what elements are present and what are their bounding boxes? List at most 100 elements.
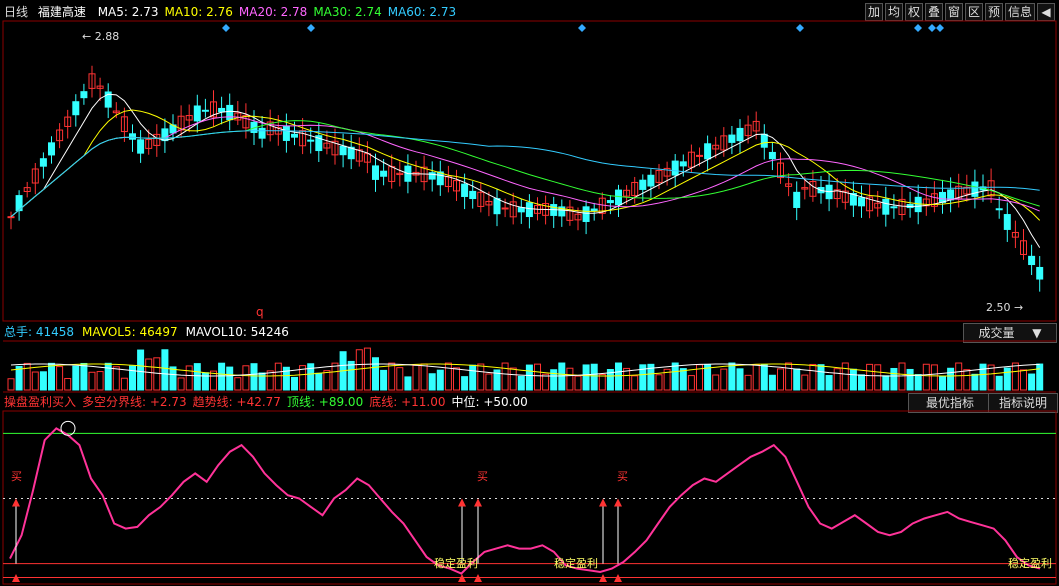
candle-body [380, 170, 388, 177]
volume-bar [412, 364, 420, 391]
buy-arrow-icon [458, 574, 466, 582]
candle-body [218, 107, 226, 113]
volume-bar [955, 362, 963, 391]
buy-label-1: 买 [477, 470, 488, 483]
volume-bar [979, 363, 987, 391]
volume-group [7, 347, 1044, 391]
stock-chart[interactable]: ← 2.88 2.50 → q 买 买 买稳定盈利 稳定盈利 稳定盈利 [0, 0, 1059, 586]
volume-bar [218, 362, 226, 391]
candle-body [428, 172, 436, 180]
candle-body [226, 104, 234, 121]
volume-bar [461, 376, 469, 391]
candle-body [7, 216, 15, 219]
volume-bar [509, 367, 517, 391]
volume-bar [80, 362, 88, 391]
candle-body [1003, 214, 1011, 230]
buy-arrow-icon [614, 498, 622, 507]
volume-bar [250, 363, 258, 391]
candle-body [48, 142, 55, 156]
volume-bar [898, 362, 906, 391]
volume-bar [930, 364, 938, 391]
volume-bar [31, 371, 39, 391]
volume-bar [396, 367, 404, 391]
volume-bar [534, 363, 541, 391]
volume-bar [914, 374, 922, 391]
volume-bar [112, 366, 120, 391]
volume-bar [728, 362, 736, 391]
volume-bar [525, 364, 533, 391]
volume-bar [72, 365, 80, 391]
volume-bar [720, 368, 728, 391]
volume-bar [712, 374, 720, 391]
volume-bar [866, 363, 874, 391]
volume-bar [736, 368, 744, 391]
volume-bar [39, 371, 47, 391]
volume-bar [501, 362, 509, 391]
volume-bar [655, 374, 663, 391]
event-diamond-icon [222, 24, 230, 32]
volume-bar [185, 365, 193, 391]
volume-bar [169, 366, 177, 391]
volume-bar [631, 375, 639, 391]
volume-bar [129, 365, 136, 391]
volume-bar [558, 362, 566, 391]
volume-bar [120, 377, 128, 391]
candle-body [590, 208, 598, 212]
candle-body [72, 101, 80, 116]
volume-bar [687, 375, 695, 391]
volume-bar [242, 365, 250, 391]
low-price-label: 2.50 → [986, 301, 1023, 314]
candle-body [995, 208, 1003, 211]
volume-bar [858, 374, 865, 391]
volume-bar [582, 364, 590, 391]
candle-body [291, 133, 298, 138]
volume-bar [145, 358, 153, 391]
volume-bar [153, 357, 161, 391]
profit-label-1: 稳定盈利 [554, 556, 598, 570]
volume-bar [48, 362, 55, 391]
volume-bar [453, 367, 460, 391]
volume-bar [1028, 373, 1036, 391]
volume-bar [485, 373, 493, 391]
volume-bar [906, 368, 914, 391]
buy-arrow-icon [12, 498, 20, 507]
volume-bar [550, 369, 558, 391]
candle-body [671, 160, 679, 176]
volume-bar [801, 374, 809, 391]
volume-bar [420, 363, 428, 391]
volume-bar [1011, 362, 1019, 391]
high-price-label: ← 2.88 [82, 30, 119, 43]
buy-arrow-icon [474, 574, 482, 582]
volume-bar [404, 376, 412, 391]
candle-body [161, 128, 169, 142]
volume-bar [161, 349, 169, 391]
volume-bar [88, 371, 96, 391]
candle-body [947, 189, 955, 201]
volume-bar [752, 364, 760, 391]
volume-bar [793, 368, 801, 391]
candle-body [517, 207, 525, 213]
volume-bar [760, 364, 768, 391]
volume-bar [615, 362, 622, 391]
candle-body [258, 127, 266, 139]
candle-body [525, 202, 533, 218]
candle-body [461, 183, 469, 197]
buy-arrow-icon [12, 574, 20, 582]
volume-bar [347, 360, 355, 391]
volume-bar [469, 364, 477, 391]
candle-body [760, 133, 768, 148]
volume-bar [833, 368, 841, 391]
volume-bar [372, 357, 379, 391]
candle-body [582, 206, 590, 222]
indicator-panel-border [2, 410, 1057, 585]
volume-bar [363, 347, 371, 391]
candle-body [129, 133, 136, 140]
candle-body [793, 191, 801, 208]
volume-bar [890, 367, 898, 391]
buy-arrow-icon [599, 498, 607, 507]
volume-bar [315, 372, 323, 391]
candle-body [39, 158, 47, 167]
volume-bar [380, 369, 388, 391]
buy-label-2: 买 [617, 470, 628, 483]
volume-bar [566, 367, 574, 391]
